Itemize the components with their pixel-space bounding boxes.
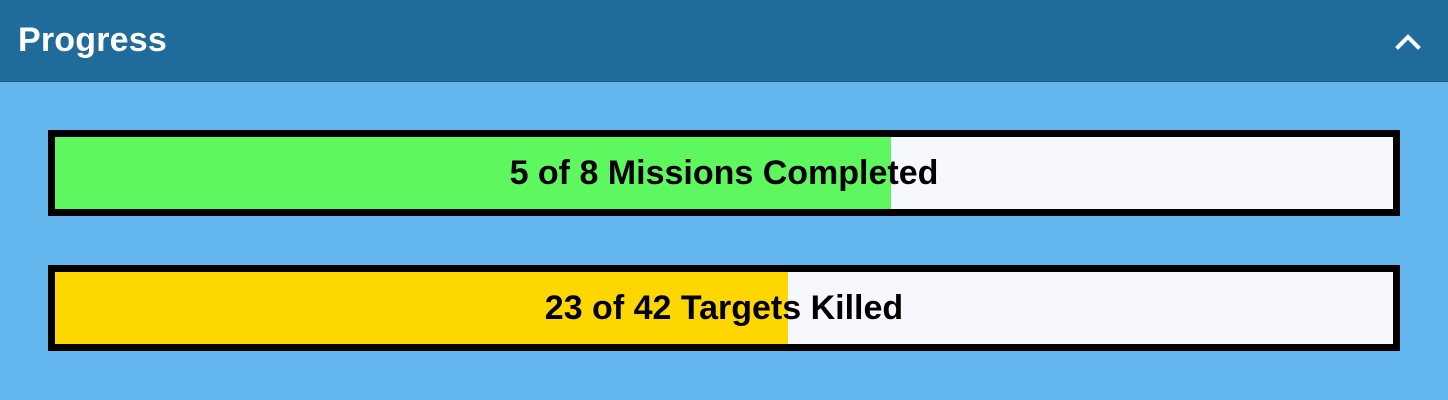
targets-progress-label: 23 of 42 Targets Killed bbox=[544, 288, 904, 327]
missions-progress-bar: 5 of 8 Missions Completed bbox=[48, 130, 1400, 216]
targets-progress-bar: 23 of 42 Targets Killed bbox=[48, 265, 1400, 351]
chevron-up-icon bbox=[1395, 33, 1421, 50]
panel-title: Progress bbox=[18, 21, 168, 59]
panel-body: 5 of 8 Missions Completed 23 of 42 Targe… bbox=[0, 82, 1448, 351]
panel-header[interactable]: Progress bbox=[0, 0, 1448, 82]
progress-panel: Progress 5 of 8 Missions Completed 23 of… bbox=[0, 0, 1448, 400]
collapse-button[interactable] bbox=[1388, 21, 1428, 61]
missions-progress-label: 5 of 8 Missions Completed bbox=[509, 153, 939, 192]
